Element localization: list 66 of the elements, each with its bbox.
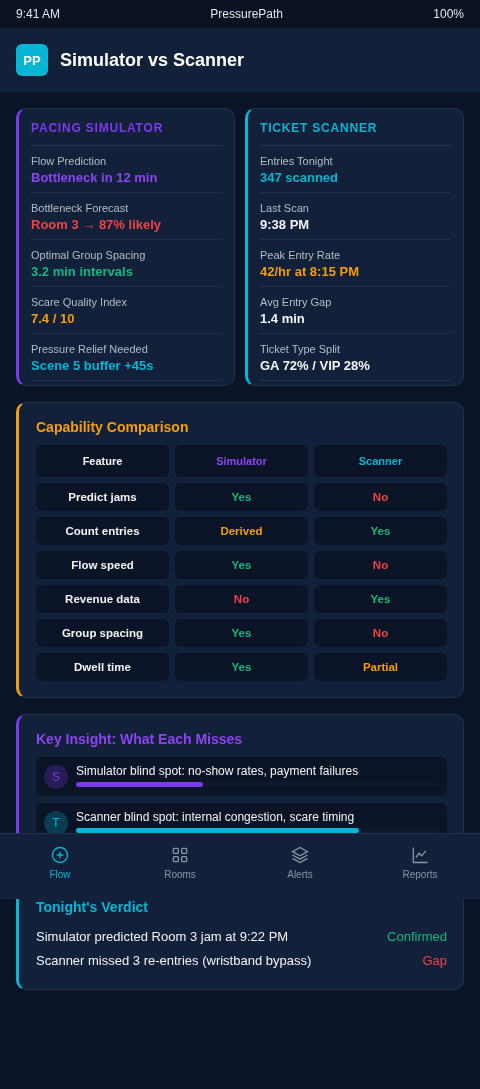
verdict-text: Scanner missed 3 re-entries (wristband bypass) [36, 952, 312, 970]
avatar-icon: S [44, 765, 68, 789]
table-cell: Yes [175, 619, 308, 647]
table-cell: Yes [314, 585, 447, 613]
panel-title: TICKET SCANNER [260, 121, 451, 146]
metric-value: 347 scanned [260, 169, 340, 186]
metric-value: GA 72% / VIP 28% [260, 357, 371, 374]
metric-value: Room 3 → 87% likely [31, 216, 163, 233]
line-chart-icon [410, 845, 430, 865]
metric-value: 7.4 / 10 [31, 310, 76, 327]
card-title: Tonight's Verdict [36, 899, 149, 915]
nav-tab[interactable]: Reports [360, 834, 480, 899]
table-cell: Revenue data [36, 585, 169, 613]
nav-tab[interactable]: Flow [0, 834, 120, 899]
table-cell: Count entries [36, 517, 169, 545]
verdict-result: Gap [422, 952, 447, 970]
layers-icon [290, 845, 310, 865]
metric-label: Flow Prediction [31, 154, 108, 169]
metric-value: 1.4 min [260, 310, 306, 327]
card-title: Capability Comparison [36, 419, 190, 435]
table-cell: No [314, 483, 447, 511]
table-cell: No [314, 551, 447, 579]
verdict-result: Confirmed [387, 928, 447, 946]
column-header: Simulator [175, 445, 308, 477]
plus-circle-icon [50, 845, 70, 865]
nav-tab[interactable]: Alerts [240, 834, 360, 899]
status-app-name: PressurePath [210, 7, 283, 21]
verdict-text: Simulator predicted Room 3 jam at 9:22 PM [36, 928, 289, 946]
table-cell: Yes [175, 653, 308, 681]
metric-value: Scene 5 buffer +45s [31, 357, 155, 374]
metric-label: Last Scan [260, 201, 310, 216]
table-cell: Derived [175, 517, 308, 545]
column-header: Feature [36, 445, 169, 477]
battery-level: 100% [433, 7, 464, 21]
table-cell: Predict jams [36, 483, 169, 511]
page-title: Simulator vs Scanner [60, 49, 245, 71]
metric-label: Ticket Type Split [260, 342, 342, 357]
metric-label: Avg Entry Gap [260, 295, 333, 310]
table-cell: Yes [314, 517, 447, 545]
panel-title: PACING SIMULATOR [31, 121, 222, 146]
metric-label: Optimal Group Spacing [31, 248, 147, 263]
metric-value: 9:38 PM [260, 216, 311, 233]
table-cell: Flow speed [36, 551, 169, 579]
metric-label: Scare Quality Index [31, 295, 128, 310]
insight-text: Simulator blind spot: no-show rates, payment failures [76, 763, 360, 779]
status-time: 9:41 AM [16, 7, 61, 21]
grid-icon [170, 845, 190, 865]
metric-value: 42/hr at 8:15 PM [260, 263, 360, 280]
metric-value: Bottleneck in 12 min [31, 169, 159, 186]
column-header: Scanner [314, 445, 447, 477]
table-cell: Dwell time [36, 653, 169, 681]
nav-tab[interactable]: Rooms [120, 834, 240, 899]
table-cell: Partial [314, 653, 447, 681]
card-title: Key Insight: What Each Misses [36, 731, 244, 747]
table-cell: Yes [175, 483, 308, 511]
table-cell: Yes [175, 551, 308, 579]
metric-label: Peak Entry Rate [260, 248, 342, 263]
app-logo: PP [16, 44, 48, 76]
metric-label: Bottleneck Forecast [31, 201, 130, 216]
table-cell: Group spacing [36, 619, 169, 647]
table-cell: No [314, 619, 447, 647]
table-cell: No [175, 585, 308, 613]
metric-label: Entries Tonight [260, 154, 334, 169]
metric-value: 3.2 min intervals [31, 263, 134, 280]
metric-label: Pressure Relief Needed [31, 342, 149, 357]
insight-text: Scanner blind spot: internal congestion, scare timing [76, 809, 356, 825]
